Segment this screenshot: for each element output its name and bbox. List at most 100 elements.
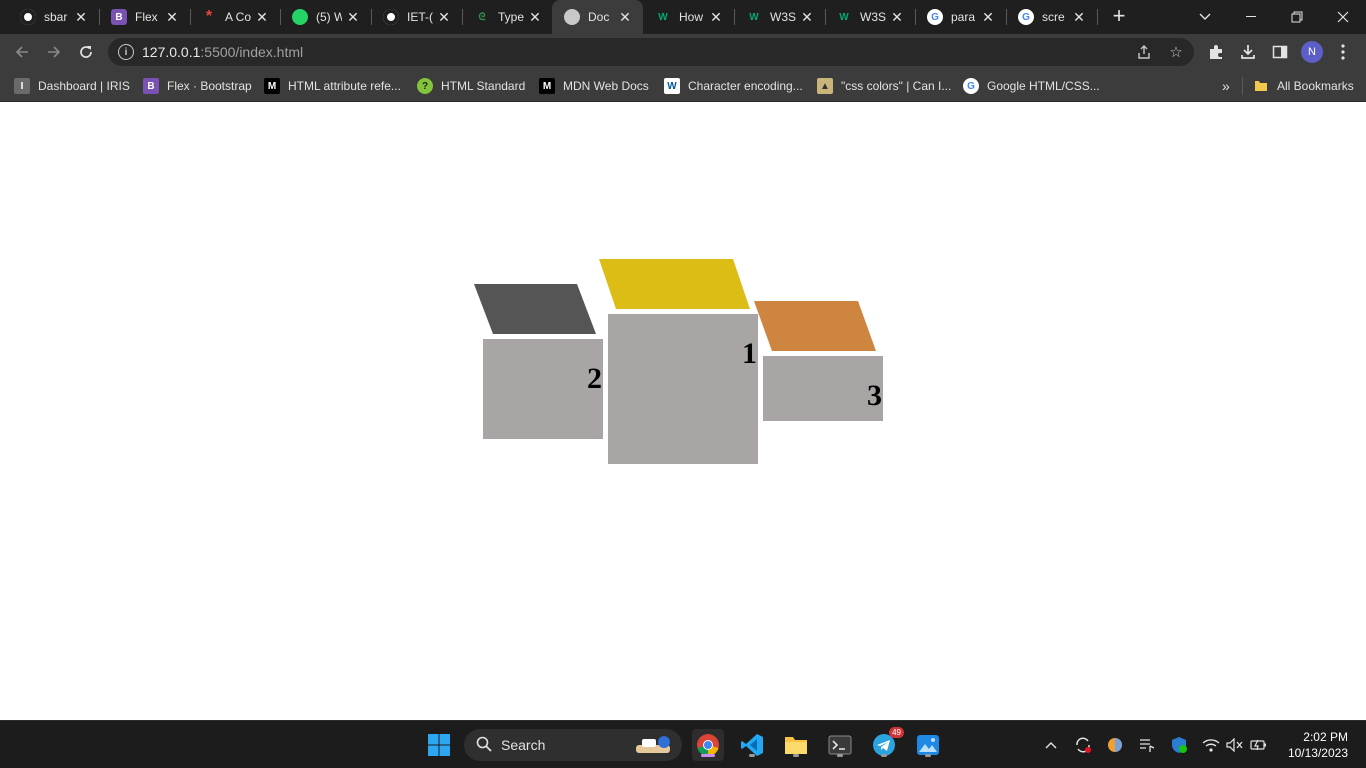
reload-button[interactable]	[73, 39, 99, 65]
taskbar-search[interactable]: Search	[464, 729, 682, 761]
arrow-left-icon	[15, 46, 28, 58]
iris-icon: I	[14, 78, 30, 94]
tab-5[interactable]: ᘓ Type ✕	[462, 0, 553, 34]
google-icon: G	[963, 78, 979, 94]
start-button[interactable]	[423, 729, 455, 761]
rank-label-third: 3	[867, 379, 882, 412]
tab-close-icon[interactable]: ✕	[73, 9, 89, 25]
tab-close-icon[interactable]: ✕	[436, 9, 452, 25]
taskbar-chrome[interactable]	[692, 729, 724, 761]
tab-4[interactable]: IET-(✕	[371, 0, 463, 34]
tab-title: sbar	[44, 10, 68, 24]
tab-10[interactable]: Gpara ✕	[915, 0, 1007, 34]
back-button[interactable]	[9, 39, 35, 65]
all-bookmarks-button[interactable]: All Bookmarks	[1253, 76, 1354, 96]
bookmark-item[interactable]: I Dashboard | IRIS	[14, 76, 130, 96]
profile-avatar[interactable]: N	[1301, 41, 1323, 63]
close-icon	[1337, 11, 1349, 23]
address-host: 127.0.0.1	[142, 44, 201, 60]
running-indicator	[701, 754, 715, 757]
taskbar-file-explorer[interactable]	[780, 729, 812, 761]
tab-title: scre	[1042, 10, 1065, 24]
site-info-icon[interactable]: i	[118, 44, 134, 60]
taskbar-telegram[interactable]: 49	[868, 727, 904, 761]
tab-title: A Co	[225, 10, 251, 24]
github-icon	[20, 9, 36, 25]
sync-icon[interactable]	[1073, 735, 1093, 755]
bookmark-item[interactable]: ▲ "css colors" | Can I...	[817, 76, 951, 96]
bookmark-label: Google HTML/CSS...	[987, 79, 1100, 93]
minimize-button[interactable]	[1228, 0, 1274, 34]
volume-muted-icon[interactable]	[1225, 735, 1245, 755]
mdn-icon: M	[539, 78, 555, 94]
wifi-icon[interactable]	[1201, 735, 1221, 755]
bookmarks-divider	[1242, 77, 1243, 95]
bookmark-label: HTML attribute refe...	[288, 79, 401, 93]
running-indicator	[925, 754, 931, 757]
bookmark-label: Dashboard | IRIS	[38, 79, 130, 93]
w3schools-icon: W	[658, 11, 668, 23]
clock-time: 2:02 PM	[1303, 730, 1348, 744]
tab-title: para	[951, 10, 976, 24]
bookmark-item[interactable]: M MDN Web Docs	[539, 76, 649, 96]
tab-close-icon[interactable]: ✕	[254, 9, 270, 25]
bookmark-star-icon[interactable]: ☆	[1166, 42, 1186, 62]
tab-7[interactable]: W How ✕	[643, 0, 735, 34]
download-icon[interactable]	[1238, 42, 1258, 62]
bookmark-label: Flex · Bootstrap	[167, 79, 252, 93]
bookmark-item[interactable]: ? HTML Standard	[417, 76, 525, 96]
tab-9[interactable]: W W3S ✕	[824, 0, 916, 34]
tab-close-icon[interactable]: ✕	[617, 9, 633, 25]
bookmark-item[interactable]: M HTML attribute refe...	[264, 76, 401, 96]
tab-close-icon[interactable]: ✕	[889, 9, 905, 25]
caniuse-icon: ▲	[817, 78, 833, 94]
tab-search-button[interactable]	[1182, 0, 1228, 34]
tab-6[interactable]: Doc ✕	[552, 0, 643, 34]
tab-0[interactable]: sbar ✕	[8, 0, 100, 34]
new-tab-button[interactable]: +	[1108, 5, 1130, 28]
extensions-icon[interactable]	[1206, 42, 1226, 62]
tab-11[interactable]: Gscre ✕	[1006, 0, 1098, 34]
tab-close-icon[interactable]: ✕	[799, 9, 815, 25]
taskbar-vscode[interactable]	[736, 729, 768, 761]
restore-button[interactable]	[1274, 0, 1320, 34]
tab-title: Doc	[588, 10, 610, 24]
tab-title: Flex	[135, 10, 158, 24]
address-url[interactable]: 127.0.0.1:5500/index.html	[142, 44, 303, 60]
close-window-button[interactable]	[1320, 0, 1366, 34]
bookmark-label: Character encoding...	[688, 79, 803, 93]
clock-date: 10/13/2023	[1287, 746, 1348, 760]
tab-1[interactable]: B Flex ✕	[99, 0, 191, 34]
bookmark-item[interactable]: B Flex · Bootstrap	[143, 76, 252, 96]
tab-close-icon[interactable]: ✕	[345, 9, 361, 25]
bookmarks-overflow-button[interactable]: »	[1222, 76, 1230, 96]
tray-overflow-chevron-icon[interactable]	[1041, 735, 1061, 755]
running-indicator	[793, 754, 799, 757]
tab-close-icon[interactable]: ✕	[1071, 9, 1087, 25]
w3schools-icon: W	[839, 11, 849, 23]
battery-icon[interactable]	[1249, 735, 1269, 755]
all-bookmarks-label: All Bookmarks	[1277, 79, 1354, 93]
taskbar-photos[interactable]	[912, 729, 944, 761]
taskbar-terminal[interactable]	[824, 729, 856, 761]
tab-8[interactable]: W W3S ✕	[734, 0, 826, 34]
tab-close-icon[interactable]: ✕	[708, 9, 724, 25]
bookmark-item[interactable]: G Google HTML/CSS...	[963, 76, 1100, 96]
share-icon[interactable]	[1134, 42, 1154, 62]
tab-2[interactable]: * A Co ✕	[189, 0, 281, 34]
tab-close-icon[interactable]: ✕	[980, 9, 996, 25]
tab-3[interactable]: (5) W ✕	[280, 0, 372, 34]
podium-first-cap	[599, 259, 750, 309]
side-panel-icon[interactable]	[1270, 42, 1290, 62]
podium-third-cap	[754, 301, 876, 351]
media-playlist-icon[interactable]	[1137, 735, 1157, 755]
security-shield-icon[interactable]	[1169, 735, 1189, 755]
forward-button[interactable]	[41, 39, 67, 65]
weather-icon[interactable]	[1105, 735, 1125, 755]
menu-kebab-icon[interactable]	[1333, 42, 1353, 62]
tab-close-icon[interactable]: ✕	[164, 9, 180, 25]
bookmark-item[interactable]: W Character encoding...	[664, 76, 803, 96]
taskbar-clock[interactable]: 2:02 PM 10/13/2023	[1288, 729, 1348, 761]
address-bar[interactable]: i 127.0.0.1:5500/index.html ☆	[108, 38, 1194, 66]
tab-close-icon[interactable]: ✕	[527, 9, 543, 25]
